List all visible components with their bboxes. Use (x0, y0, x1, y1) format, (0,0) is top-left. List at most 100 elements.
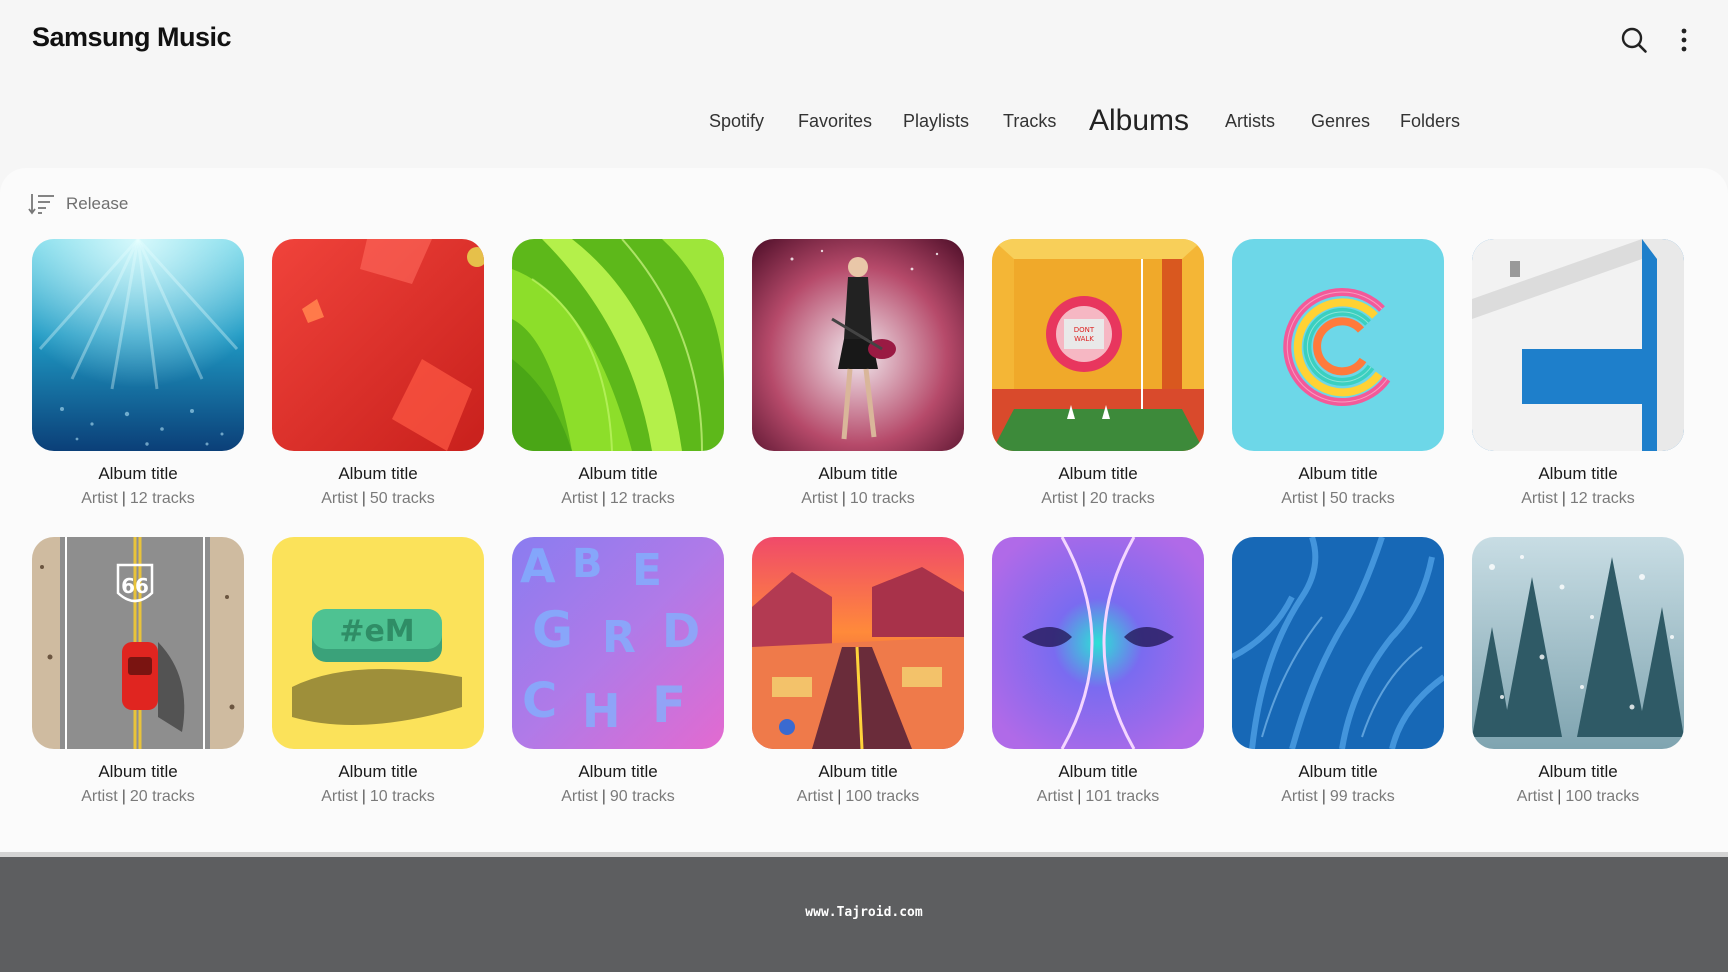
top-bar: Samsung Music (0, 0, 1728, 80)
album-title: Album title (1538, 762, 1618, 781)
album-meta: Artist | 101 tracks (1036, 788, 1160, 805)
album-track-count: 12 tracks (129, 490, 195, 507)
search-icon (1621, 27, 1647, 53)
albums-panel: Release Album title Artist | 12 tracks A… (0, 168, 1728, 852)
album-artist: Artist (81, 490, 118, 507)
album-artist: Artist (1036, 788, 1074, 805)
app-title: Samsung Music (32, 22, 232, 52)
album-track-count: 100 tracks (1565, 788, 1640, 805)
svg-text:C: C (522, 673, 557, 729)
album-artist: Artist (796, 788, 834, 805)
album-card[interactable]: #eM Album title Artist | 10 tracks (272, 537, 484, 806)
album-art-dont-walk: DONT WALK (992, 239, 1204, 451)
album-art-guitarist (752, 239, 964, 451)
album-card[interactable]: DONT WALK Album title Artist | 20 tracks (992, 239, 1204, 508)
album-artist: Artist (1281, 788, 1318, 805)
album-card[interactable]: Album title Artist | 12 tracks (32, 239, 244, 508)
bottom-band: www.Tajroid.com (0, 857, 1728, 972)
album-meta: Artist | 10 tracks (801, 490, 915, 507)
more-vert-icon (1681, 28, 1687, 52)
album-card[interactable]: A B E G R D C H F Album title Artist | 90 … (512, 537, 724, 806)
album-meta: Artist | 90 tracks (561, 788, 675, 805)
svg-text:WALK: WALK (1074, 335, 1094, 343)
album-track-count: 20 tracks (1089, 490, 1155, 507)
album-title: Album title (1058, 762, 1138, 781)
album-art-route-66: 66 (32, 537, 244, 749)
album-artist: Artist (801, 490, 838, 507)
album-meta: Artist | 10 tracks (321, 788, 435, 805)
album-track-count: 12 tracks (609, 490, 675, 507)
album-meta: Artist | 100 tracks (1516, 788, 1640, 805)
album-card[interactable]: Album title Artist | 100 tracks (752, 537, 964, 806)
tab-playlists[interactable]: Playlists (903, 96, 969, 146)
album-card[interactable]: Album title Artist | 12 tracks (1472, 239, 1684, 508)
svg-text:DONT: DONT (1074, 326, 1095, 334)
tab-artists[interactable]: Artists (1225, 96, 1275, 146)
album-track-count: 10 tracks (369, 788, 435, 805)
album-art-snowy-pines (1472, 537, 1684, 749)
album-meta: Artist | 50 tracks (321, 490, 435, 507)
svg-text:H: H (582, 684, 621, 738)
album-art-purple-vortex (992, 537, 1204, 749)
tab-genres[interactable]: Genres (1311, 96, 1370, 146)
svg-text:B: B (572, 541, 603, 587)
tab-folders[interactable]: Folders (1400, 96, 1460, 146)
album-artist: Artist (81, 788, 118, 805)
tab-favorites[interactable]: Favorites (798, 96, 872, 146)
album-artist: Artist (1041, 490, 1078, 507)
album-artist: Artist (1521, 490, 1558, 507)
album-card[interactable]: Album title Artist | 50 tracks (272, 239, 484, 508)
album-track-count: 90 tracks (609, 788, 675, 805)
album-track-count: 50 tracks (1329, 490, 1395, 507)
album-artist: Artist (321, 490, 358, 507)
sort-button[interactable]: Release (28, 190, 128, 218)
album-card[interactable]: Album title Artist | 101 tracks (992, 537, 1204, 806)
album-title: Album title (98, 762, 178, 781)
app-window: Samsung Music Spotify Favorites Playlist… (0, 0, 1728, 972)
album-meta: Artist | 12 tracks (561, 490, 675, 507)
album-card[interactable]: Album title Artist | 100 tracks (1472, 537, 1684, 806)
album-title: Album title (1058, 464, 1138, 483)
album-title: Album title (98, 464, 178, 483)
album-track-count: 100 tracks (845, 788, 920, 805)
album-title: Album title (1298, 762, 1378, 781)
album-art-3d-hashtag: #eM (272, 537, 484, 749)
watermark-text: www.Tajroid.com (805, 905, 923, 920)
album-meta: Artist | 99 tracks (1281, 788, 1395, 805)
album-meta: Artist | 100 tracks (796, 788, 920, 805)
album-title: Album title (338, 464, 418, 483)
album-card[interactable]: Album title Artist | 10 tracks (752, 239, 964, 508)
sort-label: Release (66, 194, 129, 213)
album-meta: Artist | 12 tracks (81, 490, 195, 507)
svg-text:R: R (602, 612, 636, 663)
album-title: Album title (818, 464, 898, 483)
tab-albums[interactable]: Albums (1089, 96, 1189, 146)
album-art-desert-canyon (752, 537, 964, 749)
album-meta: Artist | 50 tracks (1281, 490, 1395, 507)
tab-spotify[interactable]: Spotify (709, 96, 764, 146)
album-title: Album title (1298, 464, 1378, 483)
album-meta: Artist | 20 tracks (81, 788, 195, 805)
sort-icon (28, 194, 54, 215)
svg-text:D: D (662, 604, 700, 658)
album-track-count: 20 tracks (129, 788, 195, 805)
svg-text:A: A (520, 539, 556, 593)
svg-text:E: E (632, 545, 662, 596)
album-title: Album title (578, 464, 658, 483)
album-track-count: 99 tracks (1329, 788, 1395, 805)
album-track-count: 10 tracks (849, 490, 915, 507)
album-art-rainbow-spring (1232, 239, 1444, 451)
album-art-purple-letters: A B E G R D C H F (512, 537, 724, 749)
more-options-button[interactable] (1666, 22, 1702, 58)
search-button[interactable] (1616, 22, 1652, 58)
album-artist: Artist (561, 490, 598, 507)
album-card[interactable]: Album title Artist | 50 tracks (1232, 239, 1444, 508)
tab-tracks[interactable]: Tracks (1003, 96, 1056, 146)
album-card[interactable]: 66 Album title Artist | 20 tracks (32, 537, 244, 806)
album-card[interactable]: Album title Artist | 12 tracks (512, 239, 724, 508)
album-art-blue-frost (1232, 537, 1444, 749)
album-card[interactable]: Album title Artist | 99 tracks (1232, 537, 1444, 806)
album-track-count: 101 tracks (1085, 788, 1160, 805)
svg-text:66: 66 (121, 574, 149, 598)
album-meta: Artist | 12 tracks (1521, 490, 1635, 507)
